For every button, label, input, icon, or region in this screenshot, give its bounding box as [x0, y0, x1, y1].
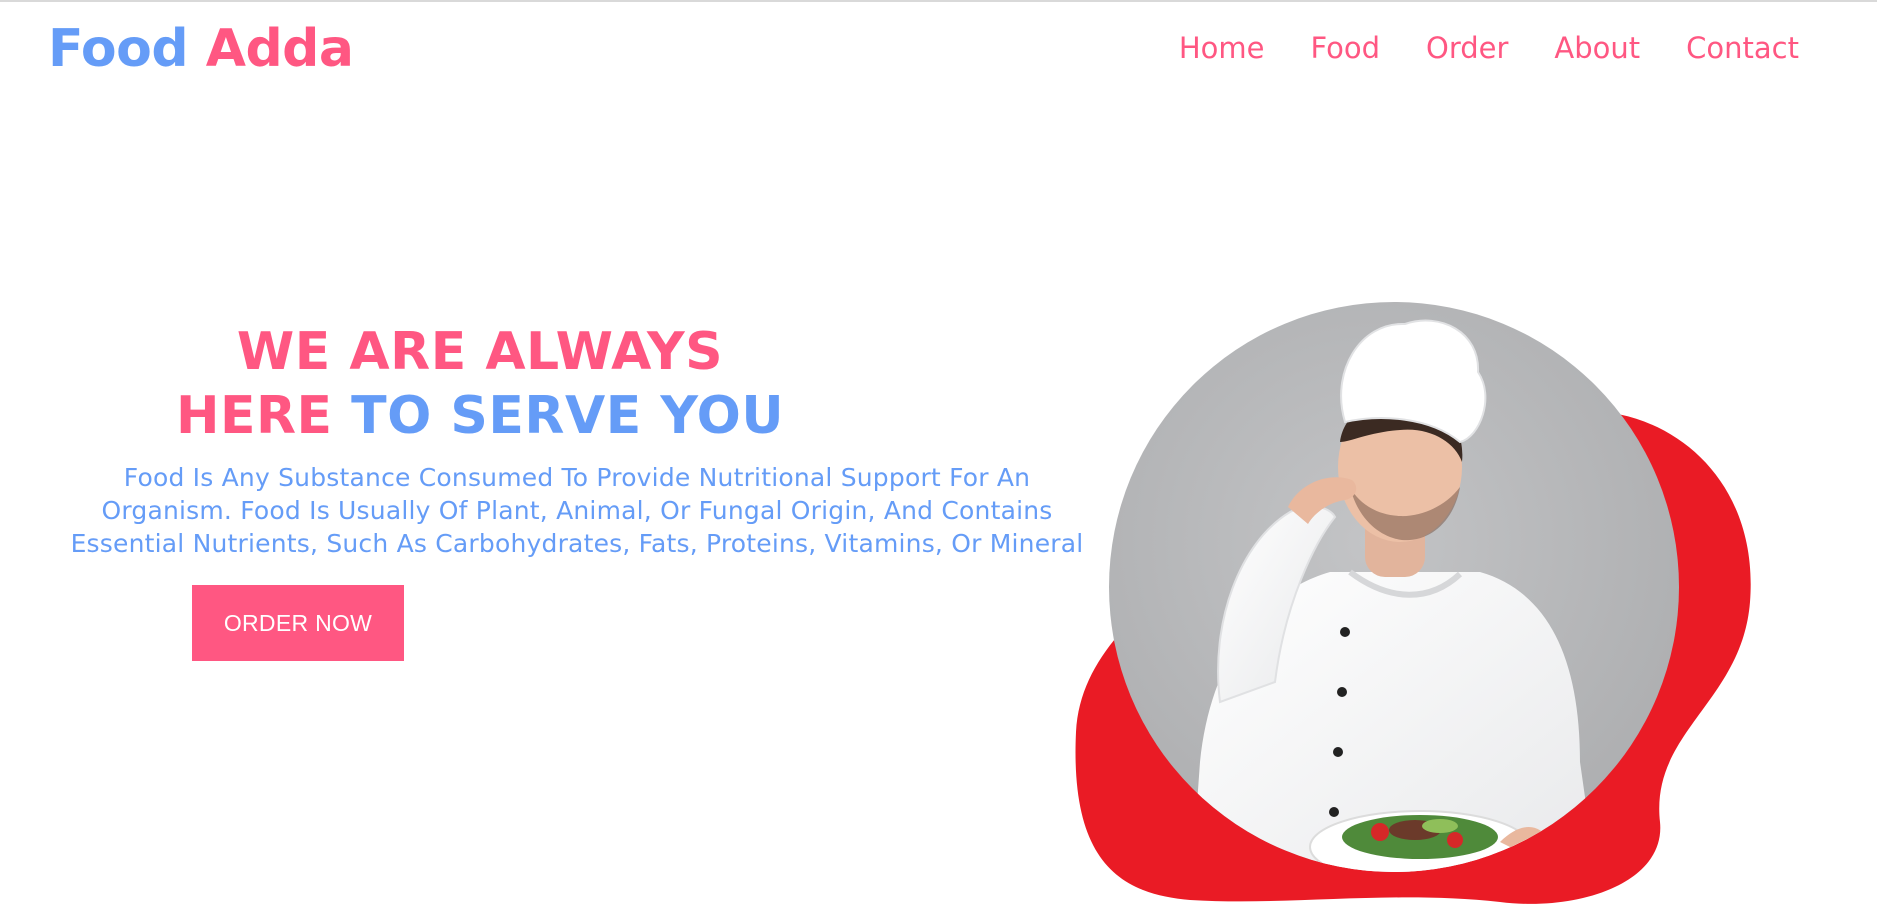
hero-title: WE ARE ALWAYS HERE TO SERVE YOU — [0, 320, 960, 448]
hero-title-line1: WE ARE ALWAYS — [236, 322, 724, 382]
nav-item-about[interactable]: About — [1554, 28, 1640, 68]
hero-description: Food Is Any Substance Consumed To Provid… — [70, 463, 1084, 558]
order-now-button[interactable]: ORDER NOW — [192, 585, 404, 661]
brand-word-adda: Adda — [205, 19, 354, 79]
brand-word-food: Food — [48, 19, 189, 79]
nav-item-contact[interactable]: Contact — [1686, 28, 1799, 68]
nav-item-food[interactable]: Food — [1310, 28, 1380, 68]
hero-image — [1075, 302, 1751, 904]
landing-page: Food Adda Home Food Order About Contact … — [0, 0, 1877, 904]
brand-logo[interactable]: Food Adda — [48, 16, 354, 82]
nav-item-home[interactable]: Home — [1179, 28, 1265, 68]
hero-title-line2-pink: HERE — [175, 386, 333, 446]
main-nav: Home Food Order About Contact — [1133, 28, 1799, 68]
nav-item-order[interactable]: Order — [1426, 28, 1508, 68]
hero-title-line2-blue: TO SERVE YOU — [351, 386, 785, 446]
